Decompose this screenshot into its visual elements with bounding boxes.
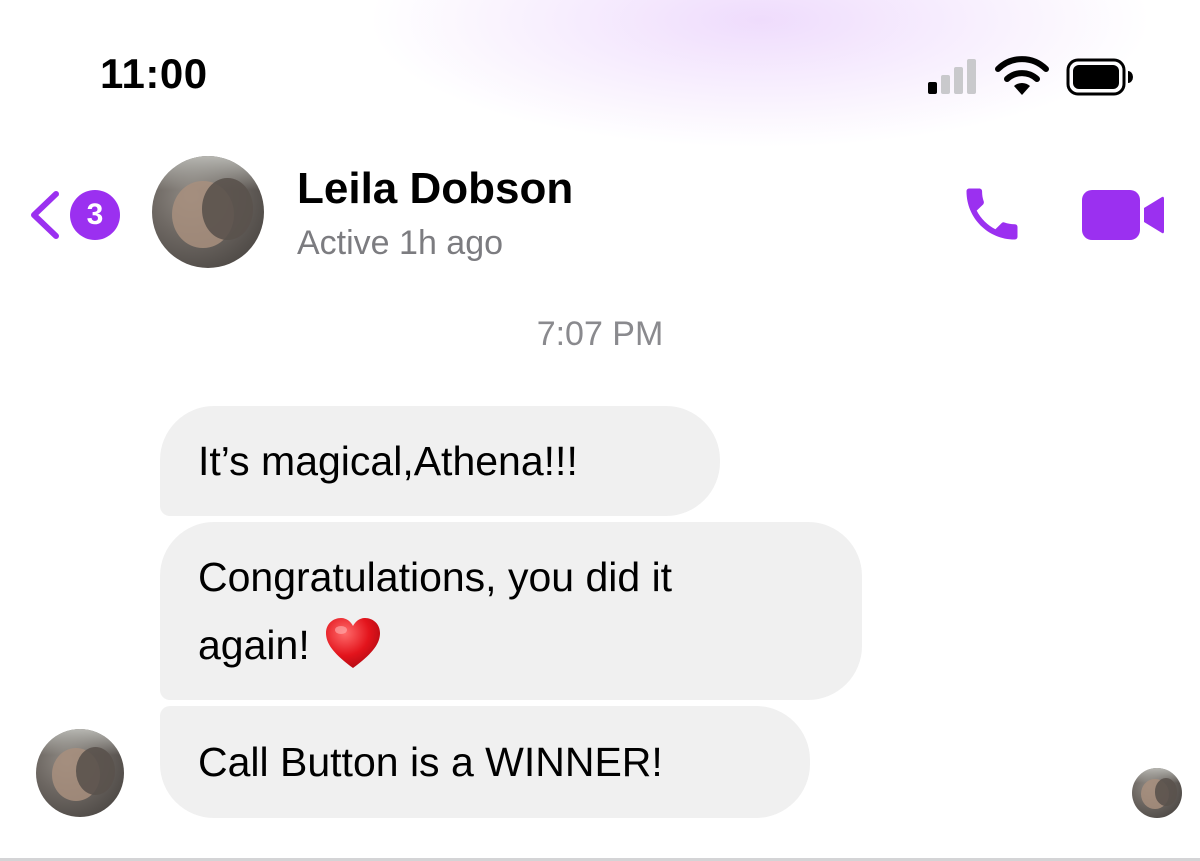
video-camera-icon[interactable] (1080, 188, 1166, 242)
message-text: Congratulations, you did it (198, 554, 673, 600)
wifi-icon (995, 56, 1049, 95)
message-text: Call Button is a WINNER! (198, 739, 663, 785)
message-text: It’s magical,Athena!!! (198, 438, 578, 484)
sender-avatar[interactable] (36, 729, 124, 817)
phone-icon[interactable] (958, 180, 1026, 248)
message-bubble[interactable]: Call Button is a WINNER! (160, 706, 810, 818)
cellular-signal-icon (928, 58, 984, 94)
status-bar-time: 11:00 (100, 50, 208, 97)
message-text-line: again! (198, 611, 824, 679)
chevron-left-icon[interactable] (24, 190, 64, 240)
message-timestamp: 7:07 PM (536, 315, 664, 353)
message-text-continued: again! (198, 622, 310, 668)
unread-count-badge[interactable]: 3 (70, 190, 120, 240)
message-bubble[interactable]: It’s magical,Athena!!! (160, 406, 720, 516)
contact-active-status: Active 1h ago (297, 224, 504, 262)
contact-name[interactable]: Leila Dobson (297, 164, 573, 214)
message-bubble[interactable]: Congratulations, you did it again! (160, 522, 862, 700)
read-receipt-avatar (1132, 768, 1182, 818)
contact-avatar[interactable] (152, 156, 264, 268)
heart-emoji-icon (325, 618, 380, 669)
battery-icon (1066, 58, 1133, 96)
